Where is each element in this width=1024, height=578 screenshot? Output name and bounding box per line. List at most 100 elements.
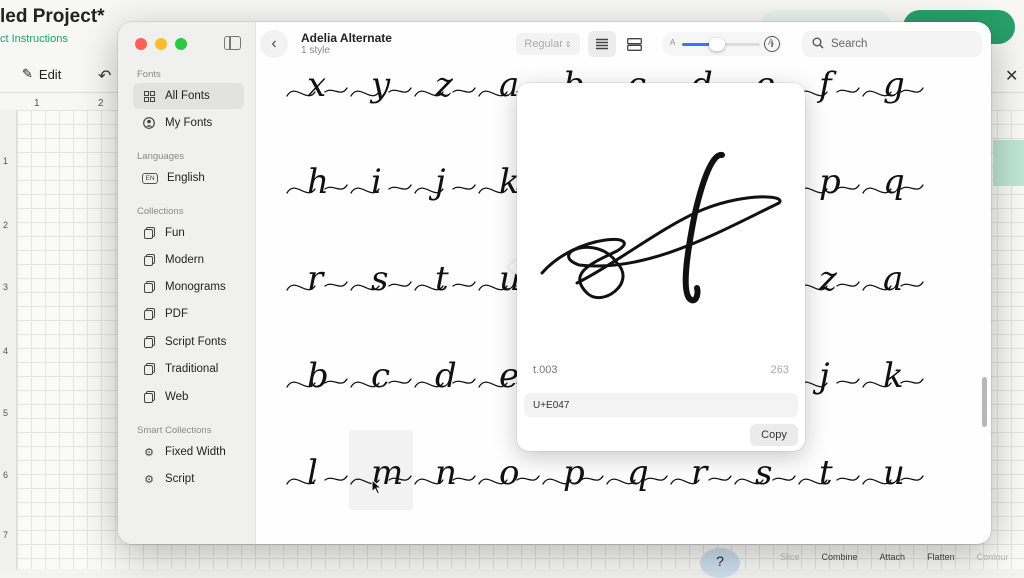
edit-icon: ✎ — [22, 66, 33, 81]
side-panel-tab[interactable] — [993, 140, 1024, 186]
back-button[interactable]: ‹ — [260, 30, 288, 58]
collection-icon — [142, 280, 156, 294]
size-small-label: A — [670, 38, 676, 47]
text-view-button[interactable] — [588, 31, 616, 57]
section-heading-smart-collections: Smart Collections — [137, 425, 212, 436]
unicode-field[interactable]: U+E047 — [524, 393, 798, 417]
glyph-character: x — [307, 65, 326, 105]
glyph-cell[interactable]: p — [797, 139, 861, 219]
sidebar-item-all-fonts[interactable]: All Fonts — [133, 83, 244, 109]
glyph-cell[interactable]: m — [349, 430, 413, 510]
glyph-cell[interactable]: q — [861, 139, 925, 219]
sidebar-item-english[interactable]: EN English — [133, 165, 244, 191]
help-button[interactable]: ? — [700, 548, 740, 578]
section-heading-fonts: Fonts — [137, 69, 161, 80]
collection-icon — [142, 390, 156, 404]
glyph-cell[interactable]: z — [797, 236, 861, 316]
size-slider-track[interactable] — [682, 38, 760, 51]
popover-arrow — [508, 259, 517, 275]
glyph-preview-character: t — [517, 123, 518, 124]
sidebar-item-modern[interactable]: Modern — [133, 247, 244, 273]
glyph-character: j — [428, 162, 446, 202]
tool-contour[interactable]: Contour — [977, 552, 1009, 562]
edit-button[interactable]: ✎ Edit — [22, 66, 61, 82]
minimize-window-button[interactable] — [155, 38, 167, 50]
glyph-swash: j — [798, 356, 860, 396]
person-circle-icon — [142, 116, 156, 130]
gear-icon: ⚙ — [144, 446, 154, 459]
glyph-character: a — [883, 259, 903, 299]
sidebar-item-script-fonts[interactable]: Script Fonts — [133, 329, 244, 355]
tool-attach[interactable]: Attach — [880, 552, 906, 562]
glyph-cell[interactable]: f — [797, 62, 861, 122]
glyph-cell[interactable]: i — [349, 139, 413, 219]
glyph-character: f — [816, 65, 837, 105]
glyph-cell[interactable]: j — [797, 333, 861, 413]
style-count: 1 style — [301, 45, 330, 56]
glyph-cell[interactable]: g — [861, 62, 925, 122]
tool-flatten[interactable]: Flatten — [927, 552, 955, 562]
sidebar-item-monograms[interactable]: Monograms — [133, 274, 244, 300]
zoom-window-button[interactable] — [175, 38, 187, 50]
glyph-swash: x — [286, 65, 348, 105]
glyph-character: b — [307, 356, 329, 396]
sidebar-item-fixed-width[interactable]: ⚙ Fixed Width — [133, 439, 244, 465]
glyph-cell[interactable]: d — [413, 333, 477, 413]
glyph-swash: t — [798, 453, 860, 493]
grid-view-button[interactable] — [620, 31, 648, 57]
sidebar-item-pdf[interactable]: PDF — [133, 301, 244, 327]
sidebar-item-label: English — [167, 172, 205, 184]
tool-combine[interactable]: Combine — [822, 552, 858, 562]
glyph-cell[interactable]: z — [413, 62, 477, 122]
sidebar-item-web[interactable]: Web — [133, 384, 244, 410]
glyph-cell[interactable]: b — [285, 333, 349, 413]
collection-icon — [142, 253, 156, 267]
search-icon — [812, 37, 824, 52]
weight-select[interactable]: Regular ⇕ — [516, 33, 580, 55]
close-window-button[interactable] — [135, 38, 147, 50]
glyph-swash: t — [414, 259, 476, 299]
size-slider-knob[interactable] — [709, 38, 726, 51]
sidebar-item-script[interactable]: ⚙ Script — [133, 466, 244, 492]
undo-icon[interactable]: ↶ — [98, 66, 111, 86]
info-icon[interactable]: i — [764, 36, 780, 52]
glyph-cell[interactable]: j — [413, 139, 477, 219]
glyph-character: t — [819, 453, 833, 493]
glyph-cell[interactable]: k — [861, 333, 925, 413]
sidebar-item-fun[interactable]: Fun — [133, 220, 244, 246]
glyph-cell[interactable]: r — [285, 236, 349, 316]
glyph-swash: f — [798, 65, 860, 105]
glyph-cell[interactable]: n — [413, 430, 477, 510]
glyph-cell[interactable]: u — [861, 430, 925, 510]
tool-slice[interactable]: Slice — [780, 552, 800, 562]
close-icon[interactable]: ✕ — [1005, 66, 1018, 86]
glyph-cell[interactable]: l — [285, 430, 349, 510]
instructions-link[interactable]: ct Instructions — [0, 33, 68, 45]
glyph-character: o — [499, 453, 519, 493]
ruler-left: 1 2 3 4 5 6 7 — [0, 110, 17, 570]
sidebar-item-traditional[interactable]: Traditional — [133, 356, 244, 382]
sidebar-item-label: Fixed Width — [165, 446, 226, 458]
glyph-character: j — [812, 356, 830, 396]
vertical-scrollbar[interactable] — [982, 377, 987, 427]
glyph-character: k — [883, 356, 904, 396]
glyph-character: q — [883, 162, 905, 202]
glyph-cell[interactable]: c — [349, 333, 413, 413]
glyph-cell[interactable]: t — [797, 430, 861, 510]
sidebar-toggle-icon[interactable] — [224, 36, 241, 50]
glyph-cell[interactable]: t — [413, 236, 477, 316]
glyph-cell[interactable]: s — [349, 236, 413, 316]
sidebar-item-my-fonts[interactable]: My Fonts — [133, 110, 244, 136]
search-field[interactable]: Search — [802, 31, 982, 57]
glyph-swash: z — [798, 259, 860, 299]
glyph-cell[interactable]: h — [285, 139, 349, 219]
glyph-swash: h — [286, 162, 348, 202]
gear-icon: ⚙ — [144, 473, 154, 486]
copy-button[interactable]: Copy — [750, 424, 798, 446]
language-badge-icon: EN — [142, 172, 158, 184]
glyph-cell[interactable]: x — [285, 62, 349, 122]
glyph-cell[interactable]: y — [349, 62, 413, 122]
glyph-swash: k — [862, 356, 924, 396]
glyph-character: s — [755, 453, 772, 493]
glyph-cell[interactable]: a — [861, 236, 925, 316]
